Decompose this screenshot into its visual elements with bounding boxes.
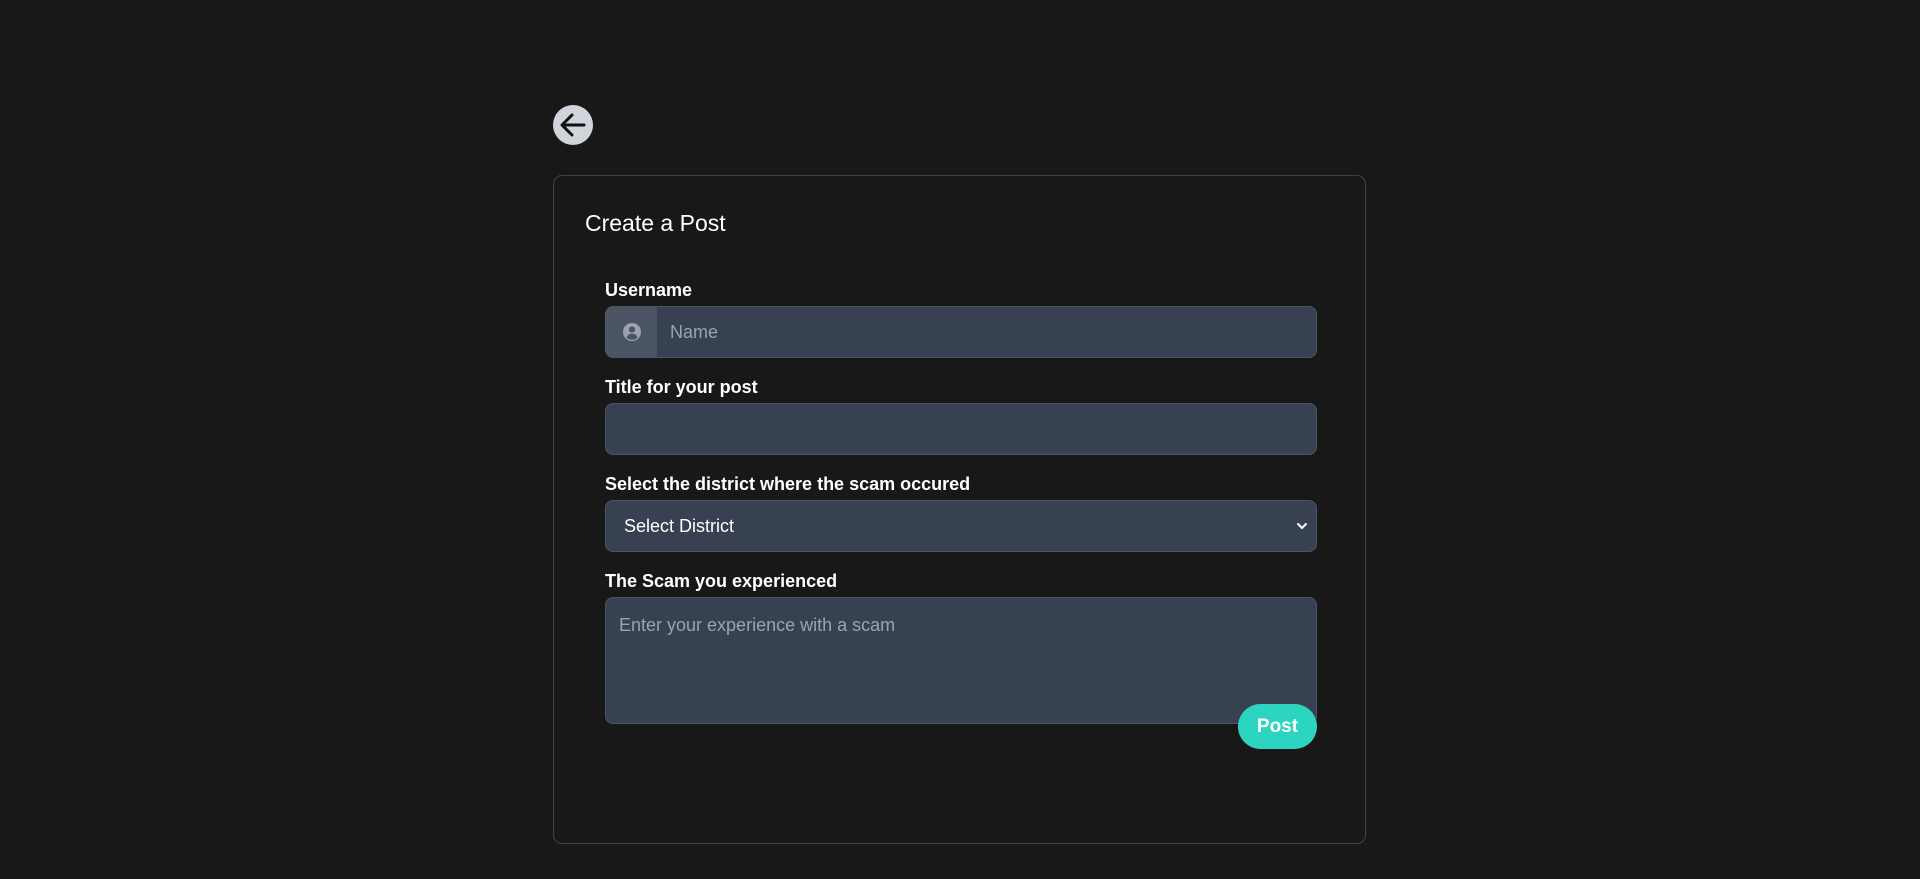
chevron-down-icon bbox=[1297, 523, 1307, 529]
district-select[interactable]: Select District bbox=[605, 500, 1317, 552]
username-field bbox=[605, 306, 1317, 358]
create-post-card: Create a Post Username Title for your po… bbox=[553, 175, 1366, 844]
experience-label: The Scam you experienced bbox=[605, 571, 838, 591]
post-button[interactable]: Post bbox=[1238, 704, 1317, 749]
district-select-value: Select District bbox=[624, 515, 735, 536]
user-circle-icon bbox=[622, 323, 641, 341]
post-title-field bbox=[605, 403, 1317, 455]
username-label: Username bbox=[605, 280, 693, 300]
page-title: Create a Post bbox=[585, 210, 726, 236]
arrow-left-icon bbox=[560, 113, 586, 137]
back-button[interactable] bbox=[553, 105, 593, 145]
experience-textarea[interactable] bbox=[606, 598, 1316, 723]
experience-field bbox=[605, 597, 1317, 724]
username-addon bbox=[606, 307, 657, 357]
post-title-input[interactable] bbox=[606, 404, 1316, 454]
username-input[interactable] bbox=[657, 307, 1316, 357]
post-title-label: Title for your post bbox=[605, 377, 758, 397]
district-label: Select the district where the scam occur… bbox=[605, 474, 971, 494]
